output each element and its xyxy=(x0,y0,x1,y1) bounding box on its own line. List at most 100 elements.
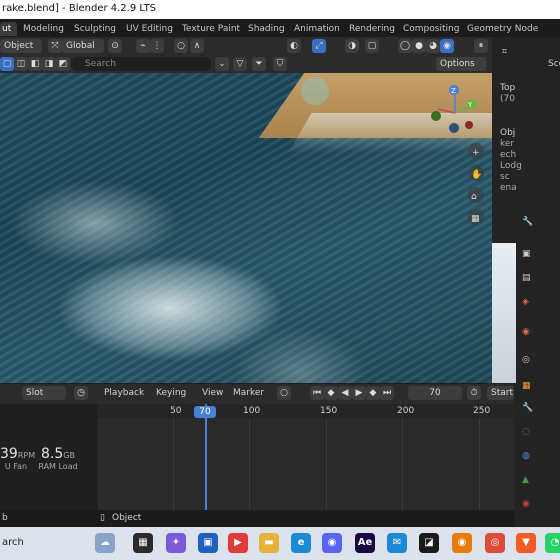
pause-icon[interactable]: ⏸ xyxy=(474,39,488,53)
jump-start-icon[interactable]: ⏮ xyxy=(310,386,324,400)
outliner-top: Top xyxy=(500,83,516,93)
svg-text:Z: Z xyxy=(451,87,456,95)
tab-compositing[interactable]: Compositing xyxy=(403,22,459,36)
svg-text:Y: Y xyxy=(467,101,473,109)
chrome-icon[interactable]: ◎ xyxy=(485,533,505,553)
brave-icon[interactable]: ▼ xyxy=(516,533,536,553)
tab-rendering[interactable]: Rendering xyxy=(349,22,395,36)
fan-speed-stat: 39RPM U Fan xyxy=(0,446,35,471)
shading-wire-icon[interactable]: ◯ xyxy=(398,39,412,53)
world-icon[interactable]: ◎ xyxy=(522,355,530,365)
timeline-ruler[interactable]: 0 50 100 150 200 250 xyxy=(60,404,514,418)
copilot-icon[interactable]: ✦ xyxy=(166,533,186,553)
play-icon[interactable]: ▶ xyxy=(352,386,366,400)
current-frame-field[interactable]: 70 xyxy=(408,386,462,400)
next-key-icon[interactable]: ◆ xyxy=(366,386,380,400)
widget-icon[interactable]: ☁ xyxy=(95,533,115,553)
search-input[interactable]: Search xyxy=(71,57,211,71)
shading-rendered-icon[interactable]: ◉ xyxy=(440,39,454,53)
menu-keying[interactable]: Keying xyxy=(156,388,186,398)
tab-animation[interactable]: Animation xyxy=(294,22,340,36)
tab-geometry-nodes[interactable]: Geometry Node xyxy=(467,22,538,36)
tab-shading[interactable]: Shading xyxy=(248,22,285,36)
material-icon[interactable]: ◉ xyxy=(522,499,530,509)
3d-viewport[interactable]: Y Z + ✋ ⌂ ▦ xyxy=(0,73,492,383)
chevron-down-icon[interactable]: ⌄ xyxy=(215,57,229,71)
record-icon[interactable]: ○ xyxy=(277,386,291,400)
taskbar-search[interactable]: arch xyxy=(2,537,24,548)
gizmo-neg-y-icon xyxy=(431,111,441,121)
output-icon[interactable]: ▤ xyxy=(522,273,531,283)
options-button[interactable]: Options xyxy=(436,57,486,71)
prev-key-icon[interactable]: ◆ xyxy=(324,386,338,400)
outliner-scene[interactable]: Sce xyxy=(548,59,560,69)
scene-icon[interactable]: ◉ xyxy=(522,327,530,337)
whatsapp-icon[interactable]: ◔ xyxy=(545,533,560,553)
light-glow xyxy=(301,77,329,105)
menu-marker[interactable]: Marker xyxy=(233,388,264,398)
blender-icon[interactable]: ◉ xyxy=(452,533,472,553)
tick-label: 100 xyxy=(243,406,261,416)
start-frame-field[interactable]: Start xyxy=(487,386,514,400)
select-box-icon[interactable]: ▢ xyxy=(0,57,14,71)
discord-icon[interactable]: ◉ xyxy=(322,533,342,553)
physics-icon[interactable]: ◍ xyxy=(522,451,530,461)
modifier-icon[interactable]: 🔧 xyxy=(522,403,533,413)
object-icon[interactable]: ▦ xyxy=(522,381,531,391)
slot-selector[interactable]: Slot xyxy=(22,386,66,400)
xray-icon[interactable]: ▢ xyxy=(365,39,379,53)
outliner-item-5: ena xyxy=(500,183,517,193)
playhead-frame-badge[interactable]: 70 xyxy=(194,406,216,418)
outliner-icon[interactable]: ⌗ xyxy=(502,47,507,57)
snap-options-icon[interactable]: ⋮ xyxy=(150,39,164,53)
mode-selector[interactable]: Object xyxy=(0,39,42,53)
overlay-icon[interactable]: ◑ xyxy=(345,39,359,53)
task-view-icon[interactable]: ▦ xyxy=(133,533,153,553)
funnel-icon[interactable]: ⏷ xyxy=(252,57,266,71)
tab-layout[interactable]: ut xyxy=(0,22,18,36)
menu-playback[interactable]: Playback xyxy=(104,388,144,398)
tab-modeling[interactable]: Modeling xyxy=(23,22,64,36)
wrench-icon[interactable]: 🔧 xyxy=(522,217,533,227)
tab-sculpting[interactable]: Sculpting xyxy=(74,22,116,36)
outliner-frame: (70 xyxy=(500,94,515,104)
gizmo-icon[interactable]: ⤢ xyxy=(312,39,326,53)
select-extend-icon[interactable]: ◫ xyxy=(14,57,28,71)
store-icon[interactable]: ▣ xyxy=(198,533,218,553)
proportional-edit-icon[interactable]: ○ xyxy=(174,39,188,53)
menu-view[interactable]: View xyxy=(202,388,223,398)
render-icon[interactable]: ▣ xyxy=(522,249,531,259)
pivot-icon[interactable]: ⊙ xyxy=(108,39,122,53)
fan-label: U Fan xyxy=(4,462,28,471)
orientation-dropdown[interactable]: Global xyxy=(62,39,104,53)
capcut-icon[interactable]: ◪ xyxy=(419,533,439,553)
tab-texture-paint[interactable]: Texture Paint xyxy=(182,22,240,36)
constraint-icon[interactable]: ▲ xyxy=(522,475,529,485)
transform-orientation-icon[interactable]: ⤧ xyxy=(48,39,62,53)
select-subtract-icon[interactable]: ◧ xyxy=(28,57,42,71)
edge-icon[interactable]: e xyxy=(291,533,311,553)
file-explorer-icon[interactable]: ▬ xyxy=(259,533,279,553)
timeline-area[interactable] xyxy=(98,418,514,510)
jump-end-icon[interactable]: ⏭ xyxy=(380,386,394,400)
shield-icon[interactable]: ⛉ xyxy=(273,57,287,71)
select-intersect-icon[interactable]: ◩ xyxy=(56,57,70,71)
filter-icon[interactable]: ▽ xyxy=(233,57,247,71)
shading-material-icon[interactable]: ◕ xyxy=(426,39,440,53)
select-invert-icon[interactable]: ◨ xyxy=(42,57,56,71)
play-reverse-icon[interactable]: ◀ xyxy=(338,386,352,400)
visibility-icon[interactable]: ◐ xyxy=(287,39,301,53)
timeline-editor-icon[interactable]: ◷ xyxy=(74,386,88,400)
particles-icon[interactable]: ◌ xyxy=(522,427,530,437)
mail-icon[interactable]: ✉ xyxy=(387,533,407,553)
after-effects-icon[interactable]: Ae xyxy=(355,533,375,553)
shading-solid-icon[interactable]: ● xyxy=(412,39,426,53)
falloff-icon[interactable]: ∧ xyxy=(190,39,204,53)
youtube-icon[interactable]: ▶ xyxy=(228,533,248,553)
stopwatch-icon[interactable]: ⏱ xyxy=(467,386,481,400)
svg-text:⌂: ⌂ xyxy=(471,192,477,202)
view-layer-icon[interactable]: ◈ xyxy=(522,297,529,307)
tab-uv-editing[interactable]: UV Editing xyxy=(126,22,173,36)
snap-icon[interactable]: ⌁ xyxy=(136,39,150,53)
playhead[interactable] xyxy=(205,404,207,510)
